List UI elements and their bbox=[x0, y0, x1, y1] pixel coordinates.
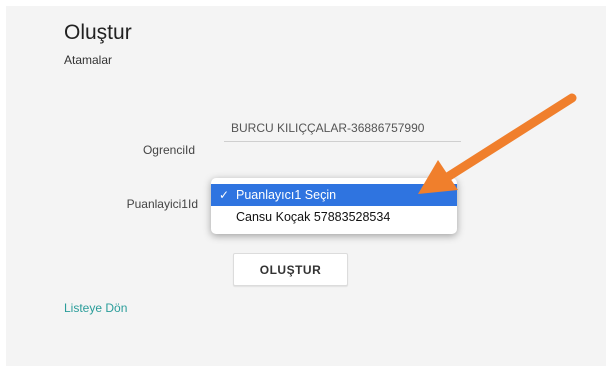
dropdown-option-label: Puanlayıcı1 Seçin bbox=[236, 188, 337, 202]
ogrenci-id-label: OgrenciId bbox=[142, 143, 195, 157]
olustur-button[interactable]: OLUŞTUR bbox=[233, 253, 348, 286]
dropdown-option-label: Cansu Koçak 57883528534 bbox=[236, 210, 391, 224]
page-title: Oluştur bbox=[64, 21, 132, 44]
annotation-arrow-icon bbox=[418, 93, 577, 194]
back-to-list-link[interactable]: Listeye Dön bbox=[64, 301, 127, 315]
page-subtitle: Atamalar bbox=[64, 53, 113, 67]
puanlayici-id-label: Puanlayici1Id bbox=[126, 197, 198, 211]
check-icon: ✓ bbox=[219, 188, 230, 202]
